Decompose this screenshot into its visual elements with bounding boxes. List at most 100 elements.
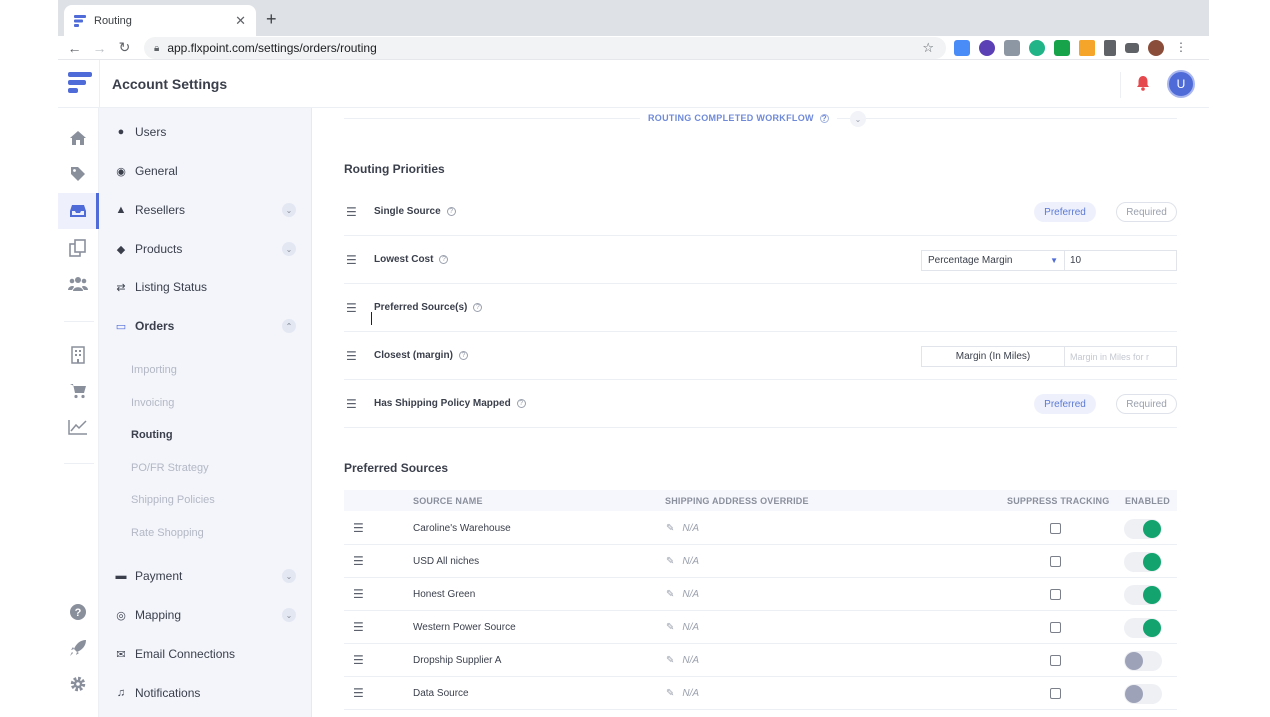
chevron-down-icon[interactable]: ⌄ [282,203,296,217]
extensions-puzzle-icon[interactable] [1104,40,1116,56]
table-row[interactable]: ☰ Dropship Supplier A ✎ N/A [344,644,1177,677]
column-header-shipping-override[interactable]: SHIPPING ADDRESS OVERRIDE [665,496,809,506]
documents-icon[interactable] [68,238,88,258]
pencil-icon[interactable]: ✎ [666,655,674,666]
chevron-up-icon[interactable]: ⌃ [282,319,296,333]
pencil-icon[interactable]: ✎ [666,556,674,567]
analytics-chart-icon[interactable] [68,417,88,437]
reload-icon[interactable]: ↻ [112,39,137,56]
priority-row-preferred-sources[interactable]: ☰ Preferred Source(s)? [344,284,1177,332]
sidebar-item-email-connections[interactable]: ✉ Email Connections [99,639,312,669]
drag-handle-icon[interactable]: ☰ [353,587,364,601]
pencil-icon[interactable]: ✎ [666,589,674,600]
enabled-toggle[interactable] [1124,684,1162,704]
sidebar-subitem-routing[interactable]: Routing [131,429,173,441]
routing-completed-workflow-toggle[interactable]: ROUTING COMPLETED WORKFLOW ? [640,113,837,123]
cart-icon[interactable] [68,381,88,401]
sidebar-item-orders[interactable]: ▭ Orders ⌃ [99,311,312,341]
suppress-tracking-checkbox[interactable] [1050,556,1061,567]
extension-purple-icon[interactable] [979,40,995,56]
help-icon[interactable]: ? [68,602,88,622]
extension-cart-icon[interactable] [1079,40,1095,56]
help-icon[interactable]: ? [473,303,483,312]
drag-handle-icon[interactable]: ☰ [344,397,374,411]
extension-k-icon[interactable] [1054,40,1070,56]
chevron-down-icon[interactable]: ⌄ [282,608,296,622]
sidebar-item-users[interactable]: ● Users [99,117,312,147]
sidebar-item-products[interactable]: ◆ Products ⌄ [99,234,312,264]
building-icon[interactable] [68,345,88,365]
pencil-icon[interactable]: ✎ [666,622,674,633]
new-tab-icon[interactable]: + [266,9,277,30]
sidebar-item-mapping[interactable]: ◎ Mapping ⌄ [99,600,312,630]
pencil-icon[interactable]: ✎ [666,523,674,534]
table-row[interactable]: ☰ Caroline's Warehouse ✎ N/A [344,512,1177,545]
margin-miles-input[interactable]: Margin in Miles for r [1065,346,1177,367]
browser-tab[interactable]: Routing ✕ [64,5,256,36]
shipping-override[interactable]: ✎ N/A [666,589,699,600]
table-row[interactable]: ☰ Data Source ✎ N/A [344,677,1177,710]
extension-grid-icon[interactable] [1004,40,1020,56]
help-icon[interactable]: ? [516,399,526,408]
enabled-toggle[interactable] [1124,519,1162,539]
suppress-tracking-checkbox[interactable] [1050,688,1061,699]
sidebar-subitem-importing[interactable]: Importing [131,364,177,376]
drag-handle-icon[interactable]: ☰ [344,349,374,363]
sidebar-item-payment[interactable]: ▬ Payment ⌄ [99,561,312,591]
sidebar-subitem-rate-shopping[interactable]: Rate Shopping [131,527,204,539]
media-control-icon[interactable] [1125,43,1139,53]
sidebar-subitem-po-fr-strategy[interactable]: PO/FR Strategy [131,462,209,474]
chevron-down-icon[interactable]: ⌄ [282,569,296,583]
shipping-override[interactable]: ✎ N/A [666,523,699,534]
table-row[interactable]: ☰ USD All niches ✎ N/A [344,545,1177,578]
team-icon[interactable] [68,274,88,294]
priority-row-shipping-policy[interactable]: ☰ Has Shipping Policy Mapped? Preferred … [344,380,1177,428]
sidebar-item-listing-status[interactable]: ⇄ Listing Status [99,272,312,302]
priority-row-closest[interactable]: ☰ Closest (margin)? Margin (In Miles) Ma… [344,332,1177,380]
enabled-toggle[interactable] [1124,651,1162,671]
preferred-pill[interactable]: Preferred [1034,202,1096,222]
sidebar-item-general[interactable]: ◉ General [99,156,312,186]
shipping-override[interactable]: ✎ N/A [666,655,699,666]
table-row[interactable]: ☰ Western Power Source ✎ N/A [344,611,1177,644]
help-icon[interactable]: ? [446,207,456,216]
pencil-icon[interactable]: ✎ [666,688,674,699]
help-icon[interactable]: ? [819,113,829,123]
drag-handle-icon[interactable]: ☰ [353,686,364,700]
home-icon[interactable] [68,128,88,148]
extension-green-icon[interactable] [1029,40,1045,56]
help-icon[interactable]: ? [439,255,449,264]
required-pill[interactable]: Required [1116,202,1177,222]
back-arrow-icon[interactable]: ← [62,40,87,56]
flxpoint-logo[interactable] [68,72,94,96]
enabled-toggle[interactable] [1124,552,1162,572]
priority-row-single-source[interactable]: ☰ Single Source? Preferred Required [344,188,1177,236]
column-header-suppress-tracking[interactable]: SUPPRESS TRACKING [1007,496,1109,506]
margin-type-select[interactable]: Percentage Margin ▼ [921,250,1065,271]
enabled-toggle[interactable] [1124,585,1162,605]
drag-handle-icon[interactable]: ☰ [344,301,374,315]
bell-icon[interactable] [1136,75,1150,91]
column-header-enabled[interactable]: ENABLED [1125,496,1170,506]
margin-value-input[interactable]: 10 [1065,250,1177,271]
tag-icon[interactable] [68,164,88,184]
preferred-pill[interactable]: Preferred [1034,394,1096,414]
drag-handle-icon[interactable]: ☰ [353,554,364,568]
bookmark-star-icon[interactable]: ☆ [922,40,934,56]
suppress-tracking-checkbox[interactable] [1050,655,1061,666]
drag-handle-icon[interactable]: ☰ [353,521,364,535]
suppress-tracking-checkbox[interactable] [1050,589,1061,600]
drag-handle-icon[interactable]: ☰ [353,653,364,667]
chrome-menu-icon[interactable]: ⋮ [1173,40,1189,56]
sidebar-subitem-shipping-policies[interactable]: Shipping Policies [131,494,215,506]
table-row[interactable]: ☰ Honest Green ✎ N/A [344,578,1177,611]
shipping-override[interactable]: ✎ N/A [666,688,699,699]
sidebar-item-resellers[interactable]: ▲ Resellers ⌄ [99,195,312,225]
chevron-down-icon[interactable]: ⌄ [282,242,296,256]
help-icon[interactable]: ? [458,351,468,360]
shipping-override[interactable]: ✎ N/A [666,556,699,567]
close-tab-icon[interactable]: ✕ [235,13,246,29]
sidebar-item-notifications[interactable]: ♫ Notifications [99,678,312,708]
enabled-toggle[interactable] [1124,618,1162,638]
sidebar-subitem-invoicing[interactable]: Invoicing [131,397,174,409]
